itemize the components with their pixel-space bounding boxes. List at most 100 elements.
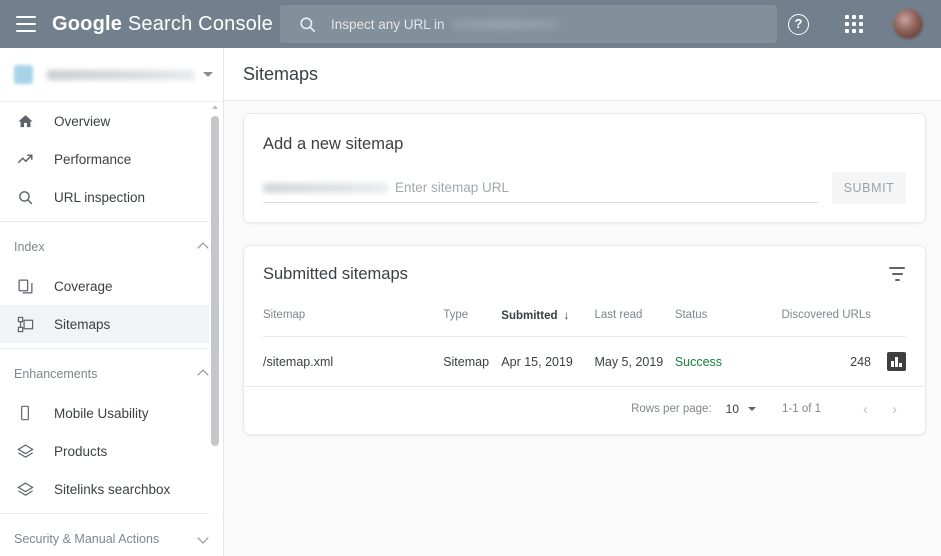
brand-google: Google	[52, 12, 123, 35]
sidebar-item-label: Products	[54, 443, 108, 459]
site-icon	[14, 65, 33, 84]
apps-grid-icon[interactable]	[845, 15, 863, 33]
avatar[interactable]	[893, 9, 923, 39]
top-header-bar: Google Search Console Inspect any URL in…	[0, 0, 941, 48]
submitted-sitemaps-title: Submitted sitemaps	[263, 264, 408, 283]
sidebar-item-url-inspection[interactable]: URL inspection	[0, 178, 223, 216]
cell-submitted: Apr 15, 2019	[501, 336, 595, 386]
column-header-submitted-label: Submitted	[501, 310, 558, 322]
pagination-range: 1-1 of 1	[782, 403, 821, 415]
sidebar-item-performance[interactable]: Performance	[0, 140, 223, 178]
chevron-down-icon	[203, 72, 213, 77]
url-inspection-search-box[interactable]: Inspect any URL in	[280, 5, 777, 43]
main-content: Sitemaps Add a new sitemap Enter sitemap…	[224, 48, 941, 556]
sitemaps-table-wrap: Sitemap Type Submitted ↓ Last read Status…	[244, 302, 925, 386]
submitted-sitemaps-header: Submitted sitemaps	[244, 246, 925, 302]
cell-sitemap[interactable]: /sitemap.xml	[263, 336, 444, 386]
sidebar-item-mobile-usability[interactable]: Mobile Usability	[0, 394, 223, 432]
hamburger-menu-icon[interactable]	[16, 16, 36, 32]
sidebar-item-label: URL inspection	[54, 189, 146, 205]
filter-icon[interactable]	[888, 267, 906, 281]
column-header-status[interactable]: Status	[675, 302, 755, 337]
app-brand-title: Google Search Console	[52, 13, 273, 36]
column-header-type[interactable]: Type	[443, 302, 501, 337]
rows-per-page-value[interactable]: 10	[726, 402, 739, 416]
table-body: /sitemap.xml Sitemap Apr 15, 2019 May 5,…	[263, 336, 906, 386]
chevron-up-icon	[199, 242, 209, 252]
sidebar-item-label: Sitemaps	[54, 316, 111, 332]
layers-icon	[14, 441, 36, 461]
column-header-actions	[871, 302, 906, 337]
next-page-button[interactable]: ›	[880, 401, 909, 418]
sidebar-section-label: Index	[14, 240, 45, 254]
search-placeholder: Inspect any URL in	[331, 17, 559, 32]
search-console-app: Google Search Console Inspect any URL in…	[0, 0, 941, 556]
chevron-up-icon	[199, 369, 209, 379]
status-badge: Success	[674, 354, 723, 369]
scrollbar-thumb[interactable]	[211, 116, 219, 446]
column-header-sitemap[interactable]: Sitemap	[263, 302, 443, 337]
bar-chart-icon[interactable]	[887, 352, 906, 371]
sidebar-section-enhancements[interactable]: Enhancements	[0, 354, 223, 394]
column-header-discovered-urls[interactable]: Discovered URLs	[755, 302, 871, 337]
column-header-last-read[interactable]: Last read	[594, 302, 674, 337]
brand-search-console: Search Console	[122, 12, 273, 35]
sidebar-item-overview[interactable]: Overview	[0, 102, 223, 140]
sidebar-item-label: Overview	[54, 113, 111, 129]
sitemap-icon	[14, 314, 36, 334]
cell-status: Success	[674, 336, 755, 386]
rows-per-page-label: Rows per page:	[631, 403, 712, 415]
search-icon	[298, 15, 317, 34]
add-sitemap-card: Add a new sitemap Enter sitemap URL SUBM…	[243, 113, 926, 223]
cell-last-read: May 5, 2019	[594, 336, 675, 386]
add-sitemap-title: Add a new sitemap	[263, 135, 404, 153]
sidebar-item-coverage[interactable]: Coverage	[0, 267, 223, 305]
property-selector[interactable]	[0, 48, 223, 102]
sidebar-section-security[interactable]: Security & Manual Actions	[0, 519, 223, 556]
page-title: Sitemaps	[243, 63, 319, 84]
documents-icon	[14, 276, 36, 296]
sidebar-scrollbar[interactable]	[209, 102, 222, 556]
sidebar-section-index[interactable]: Index	[0, 227, 223, 267]
cell-discovered-urls: 248	[754, 336, 871, 386]
sidebar-divider	[0, 513, 223, 514]
sidebar-item-label: Coverage	[54, 278, 113, 294]
sitemap-url-placeholder: Enter sitemap URL	[395, 180, 510, 195]
sidebar-item-products[interactable]: Products	[0, 432, 223, 470]
home-icon	[14, 111, 36, 131]
mobile-icon	[14, 403, 36, 423]
table-pagination: Rows per page: 10 1-1 of 1 ‹ ›	[244, 386, 925, 431]
submit-button[interactable]: SUBMIT	[832, 172, 906, 204]
submitted-sitemaps-card: Submitted sitemaps Sitemap Type Submitte…	[243, 245, 926, 435]
property-name-blurred	[47, 69, 195, 80]
column-header-submitted[interactable]: Submitted ↓	[501, 302, 594, 337]
previous-page-button[interactable]: ‹	[851, 401, 880, 418]
search-icon	[14, 187, 36, 207]
sidebar-divider	[0, 221, 223, 222]
help-icon[interactable]: ?	[788, 13, 809, 35]
sitemap-url-prefix-blurred	[263, 182, 389, 193]
layers-icon	[14, 479, 36, 499]
sidebar: Overview Performance URL inspection Inde…	[0, 48, 224, 556]
chevron-down-icon	[199, 534, 209, 544]
sidebar-item-sitelinks-searchbox[interactable]: Sitelinks searchbox	[0, 470, 223, 508]
header-actions: ?	[788, 0, 931, 48]
add-sitemap-row: Enter sitemap URL SUBMIT	[244, 154, 925, 204]
chevron-down-icon[interactable]	[748, 407, 756, 411]
sidebar-item-label: Sitelinks searchbox	[54, 481, 171, 497]
sidebar-item-label: Mobile Usability	[54, 405, 149, 421]
table-header-row: Sitemap Type Submitted ↓ Last read Status…	[263, 302, 906, 337]
sidebar-divider	[0, 348, 223, 349]
cell-actions	[870, 336, 906, 386]
page-title-bar: Sitemaps	[224, 48, 941, 101]
search-placeholder-text: Inspect any URL in	[331, 16, 445, 32]
trending-up-icon	[14, 149, 36, 169]
cell-type: Sitemap	[443, 336, 502, 386]
sidebar-item-sitemaps[interactable]: Sitemaps	[0, 305, 223, 343]
table-row[interactable]: /sitemap.xml Sitemap Apr 15, 2019 May 5,…	[263, 336, 906, 386]
sitemap-url-input[interactable]: Enter sitemap URL	[263, 173, 818, 203]
sidebar-item-label: Performance	[54, 151, 132, 167]
scroll-up-arrow-icon[interactable]	[212, 105, 218, 109]
sitemaps-table: Sitemap Type Submitted ↓ Last read Status…	[263, 302, 906, 386]
sidebar-nav: Overview Performance URL inspection Inde…	[0, 102, 223, 556]
